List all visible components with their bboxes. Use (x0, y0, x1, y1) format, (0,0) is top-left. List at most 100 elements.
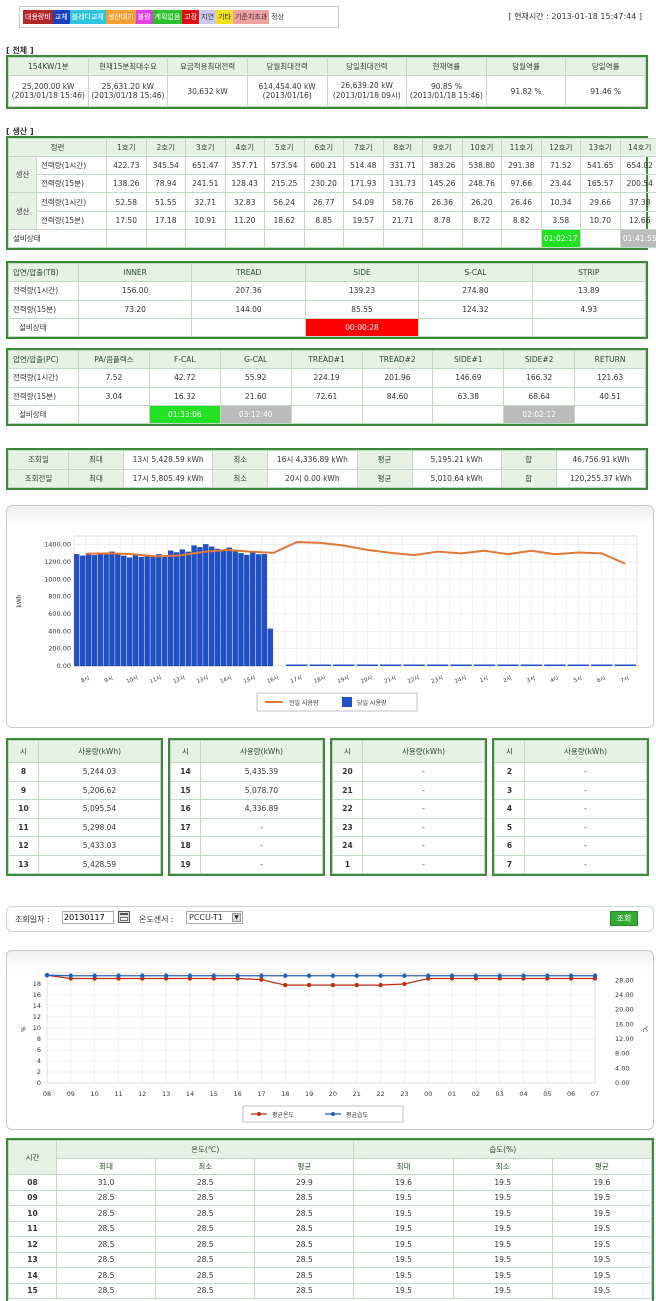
total-value: 26,639.20 kW (2013/01/18 09시) (326, 75, 408, 107)
total-header: 현재역률 (406, 57, 487, 76)
calendar-icon[interactable] (118, 911, 130, 923)
x-tick-label: 12 (138, 1090, 146, 1098)
hour-header: 시 (494, 739, 525, 764)
status-label: 설비상태 (8, 404, 79, 425)
unit-header: 5호기 (264, 137, 305, 158)
hour-cell: 11 (8, 817, 39, 838)
value-cell: 200.54 (619, 174, 656, 194)
pc-panel: 압연/압출(PC) PA/콤플렉스 F-CAL G-CAL TREAD#1 TREAD#2… (6, 348, 648, 426)
hour-cell: 13 (8, 854, 39, 874)
value-cell: 10.34 (540, 192, 581, 212)
data-point (235, 973, 240, 978)
tb-panel: 압연/압출(TB) INNER TREAD SIDE S-CAL STRIP 전력량(1시간… (6, 261, 648, 339)
usage-bar (91, 555, 98, 667)
data-point (497, 973, 502, 978)
value-cell: 124.32 (418, 299, 533, 319)
value-cell: 29.9 (254, 1174, 355, 1191)
row-label: 전력량(15분) (36, 210, 107, 230)
y-axis-label: kWh (16, 594, 23, 607)
x-tick-label: 5시 (573, 676, 583, 685)
x-tick-label: 16 (233, 1090, 241, 1098)
x-tick-label: 05 (543, 1090, 551, 1098)
data-point (211, 973, 216, 978)
usage-bar (109, 551, 115, 667)
status-cell (303, 228, 344, 249)
value-cell: 54.09 (343, 192, 384, 212)
value-cell: 85.55 (304, 299, 420, 319)
usage-bar (450, 664, 472, 666)
sensor-select[interactable]: PCCU-T1 ▼ (186, 911, 243, 924)
summary-sum-label: 합 (500, 450, 557, 470)
total-value-line: 25,200.00 kW (22, 82, 75, 91)
usage-bar (356, 664, 378, 666)
usage-bar (333, 664, 355, 666)
value-cell: 8.82 (501, 210, 542, 230)
sub-header: 최대 (55, 1158, 157, 1175)
x-tick-label: 04 (519, 1090, 527, 1098)
summary-min-label: 최소 (212, 450, 269, 470)
usage-bar (115, 553, 121, 667)
column-header: TREAD#1 (290, 349, 363, 370)
total-header: 현재15분최대수요 (87, 57, 169, 76)
usage-bar (309, 664, 332, 666)
y-tick-label: 2 (37, 1068, 41, 1076)
value-cell: 19.5 (353, 1205, 454, 1222)
data-point (259, 977, 264, 982)
value-cell: 138.26 (106, 174, 147, 194)
row-label: 전력량(15분) (8, 299, 79, 319)
value-cell: 28.5 (155, 1236, 256, 1253)
usage-bar (226, 547, 232, 667)
usage-bar (74, 554, 80, 667)
usage-cell: 5,095.54 (38, 799, 161, 819)
column-header: TREAD (191, 262, 306, 283)
hour-header: 시 (8, 739, 39, 764)
value-cell: 19.5 (551, 1236, 653, 1253)
y2-tick-label: 28.00 (615, 976, 634, 984)
value-cell: 71.52 (540, 156, 581, 176)
value-cell: 19.5 (551, 1189, 653, 1206)
x-tick-label: 22 (376, 1090, 384, 1098)
legend-marker (257, 1112, 261, 1116)
column-header: S-CAL (418, 262, 533, 283)
legend-item: 계획없음 (152, 10, 183, 24)
query-button[interactable]: 조회 (610, 911, 638, 926)
total-value-line: 26,639.20 kW (340, 81, 393, 90)
query-date-input[interactable] (62, 911, 114, 924)
status-cell (264, 228, 305, 249)
usage-bar (232, 550, 238, 667)
value-cell: 29.66 (580, 192, 621, 212)
value-cell: 28.5 (254, 1282, 355, 1299)
value-cell: 19.57 (343, 210, 384, 230)
value-cell: 19.5 (551, 1251, 653, 1268)
x-tick-label: 19 (305, 1090, 313, 1098)
y2-tick-label: 16.00 (615, 1020, 634, 1028)
temperature-chart-panel: 18 16 14 12 10 8 6 4 2 0 28.00 24.00 20.00 16.00 12.00… (6, 950, 654, 1130)
hour-header: 시 (332, 739, 363, 764)
value-cell: 19.6 (551, 1174, 653, 1191)
value-cell: 274.80 (418, 281, 533, 301)
value-cell: 16.32 (148, 386, 221, 406)
x-tick-label: 24시 (454, 675, 467, 685)
time-cell: 10 (8, 1205, 57, 1222)
column-header: F-CAL (148, 349, 221, 370)
data-point (402, 973, 407, 978)
value-cell: 331.71 (382, 156, 423, 176)
usage-bar (126, 557, 133, 667)
hour-cell: 16 (170, 799, 201, 819)
total-value: 30,632 kW (167, 75, 248, 107)
section-header: 압연/압출(PC) (8, 349, 79, 370)
x-tick-label: 16시 (266, 675, 279, 685)
value-cell: 68.64 (503, 386, 576, 406)
value-cell: 28.5 (254, 1267, 355, 1284)
usage-cell: 5,206.62 (38, 780, 161, 801)
data-point (378, 973, 383, 978)
total-header: 당월최대전력 (246, 57, 328, 76)
production-table: 정련 1호기 2호기 3호기 4호기 5호기 6호기 7호기 8호기 9호기 10호기 11호기 12호… (8, 137, 656, 249)
hour-cell: 14 (170, 762, 201, 782)
time-cell: 11 (8, 1220, 57, 1237)
hour-cell: 10 (8, 799, 39, 819)
value-cell: 19.5 (353, 1220, 454, 1237)
value-cell: 345.54 (145, 156, 186, 176)
value-cell: 19.5 (452, 1205, 553, 1222)
status-cell (422, 228, 463, 249)
